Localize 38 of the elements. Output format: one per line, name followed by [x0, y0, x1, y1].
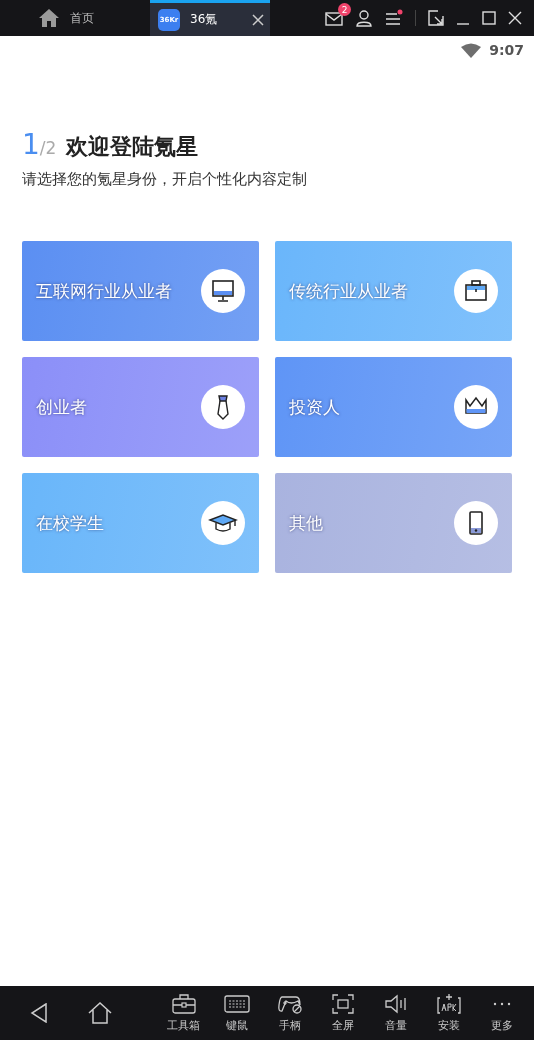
toolbar-button[interactable]: 安装: [422, 993, 475, 1033]
toolbar-button[interactable]: 更多: [475, 993, 528, 1033]
page-title: 欢迎登陆氪星: [66, 133, 199, 161]
back-icon[interactable]: [30, 1003, 48, 1023]
toolbar-button[interactable]: 音量: [369, 993, 422, 1033]
toolbar-button[interactable]: 全屏: [316, 993, 369, 1033]
toolbar-button[interactable]: 键鼠: [210, 993, 263, 1033]
home-icon: [38, 8, 60, 28]
user-icon[interactable]: [355, 9, 373, 27]
step-number: 1: [22, 128, 40, 161]
more-icon: [492, 1002, 511, 1006]
window-resize-icon[interactable]: [428, 10, 444, 26]
speaker-icon: [382, 993, 409, 1015]
toolbar-button[interactable]: 手柄: [263, 993, 316, 1033]
maximize-icon[interactable]: [482, 11, 496, 25]
fullscreen-icon: [329, 993, 356, 1015]
cap-icon: [201, 501, 245, 545]
menu-icon[interactable]: [385, 9, 403, 27]
notification-badge: 2: [338, 3, 351, 16]
tab[interactable]: 首页: [0, 0, 150, 36]
wifi-icon: [461, 42, 482, 58]
home-icon[interactable]: [88, 1002, 112, 1024]
gamepad-icon: [276, 993, 303, 1015]
step-total: /2: [39, 138, 57, 158]
briefcase-icon: [454, 269, 498, 313]
apk-install-icon: [435, 993, 462, 1015]
clock: 9:07: [489, 42, 524, 58]
crown-icon: [454, 385, 498, 429]
keyboard-icon: [223, 993, 250, 1015]
mail-icon[interactable]: [325, 10, 343, 26]
tie-icon: [201, 385, 245, 429]
page-subtitle: 请选择您的氪星身份，开启个性化内容定制: [22, 170, 308, 189]
monitor-icon: [201, 269, 245, 313]
toolbox-icon: [170, 993, 197, 1015]
close-icon[interactable]: [508, 11, 522, 25]
close-icon[interactable]: [252, 13, 264, 26]
toolbar-button[interactable]: 工具箱: [157, 993, 210, 1033]
phone-icon: [454, 501, 498, 545]
